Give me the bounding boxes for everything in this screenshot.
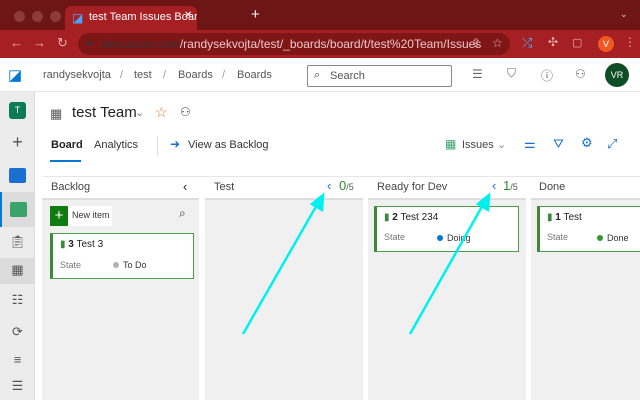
annotation-arrowhead [475, 192, 491, 213]
annotation-arrowhead [309, 192, 325, 213]
annotation-overlay [241, 192, 491, 335]
annotation-arrow [408, 202, 486, 335]
annotation-arrow [241, 202, 320, 335]
